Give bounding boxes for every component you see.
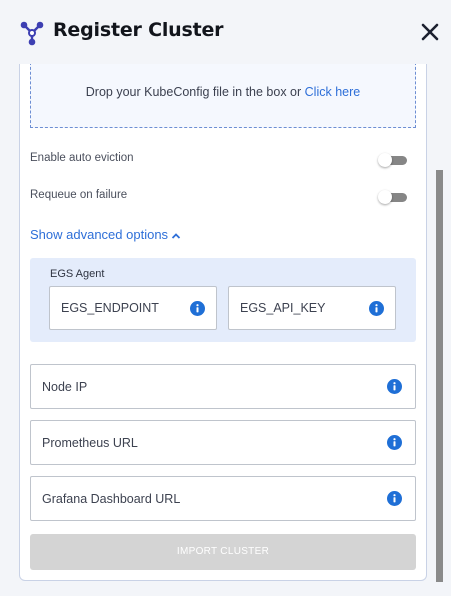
kubeconfig-dropzone[interactable]: Drop your KubeConfig file in the box or … bbox=[30, 64, 416, 128]
chevron-up-icon bbox=[171, 232, 181, 239]
grafana-dashboard-url-placeholder: Grafana Dashboard URL bbox=[42, 492, 181, 506]
auto-eviction-row: Enable auto eviction bbox=[30, 150, 408, 170]
requeue-on-failure-label: Requeue on failure bbox=[30, 189, 128, 201]
egs-api-key-input[interactable]: EGS_API_KEY bbox=[228, 286, 396, 330]
node-ip-input[interactable]: Node IP bbox=[30, 364, 416, 409]
toggle-knob bbox=[378, 153, 392, 167]
node-ip-placeholder: Node IP bbox=[42, 380, 88, 394]
egs-endpoint-input[interactable]: EGS_ENDPOINT bbox=[49, 286, 217, 330]
dropzone-instruction: Drop your KubeConfig file in the box or bbox=[85, 85, 302, 99]
advanced-options-label: Show advanced options bbox=[30, 227, 169, 242]
toggle-knob bbox=[378, 190, 392, 204]
info-icon[interactable] bbox=[369, 301, 384, 316]
dialog-header: Register Cluster bbox=[0, 0, 451, 64]
egs-endpoint-placeholder: EGS_ENDPOINT bbox=[61, 301, 159, 315]
close-icon[interactable] bbox=[420, 22, 440, 42]
auto-eviction-toggle[interactable] bbox=[378, 153, 408, 167]
egs-agent-section: EGS Agent EGS_ENDPOINT EGS_API_KEY bbox=[30, 258, 416, 342]
register-cluster-dialog: Register Cluster Drop your KubeConfig fi… bbox=[0, 0, 451, 596]
dropzone-text: Drop your KubeConfig file in the box or … bbox=[31, 85, 415, 99]
egs-agent-title: EGS Agent bbox=[50, 268, 105, 280]
dropzone-click-here-link[interactable]: Click here bbox=[305, 85, 361, 99]
requeue-on-failure-row: Requeue on failure bbox=[30, 187, 408, 207]
cluster-network-icon bbox=[20, 21, 44, 46]
info-icon[interactable] bbox=[387, 435, 402, 450]
scrollbar-thumb[interactable] bbox=[436, 170, 443, 582]
form-panel: Drop your KubeConfig file in the box or … bbox=[19, 64, 427, 581]
dialog-title: Register Cluster bbox=[53, 19, 224, 41]
auto-eviction-label: Enable auto eviction bbox=[30, 152, 134, 164]
grafana-dashboard-url-input[interactable]: Grafana Dashboard URL bbox=[30, 476, 416, 521]
info-icon[interactable] bbox=[387, 379, 402, 394]
import-cluster-button[interactable]: IMPORT CLUSTER bbox=[30, 534, 416, 570]
prometheus-url-placeholder: Prometheus URL bbox=[42, 436, 138, 450]
egs-api-key-placeholder: EGS_API_KEY bbox=[240, 301, 326, 315]
show-advanced-options-link[interactable]: Show advanced options bbox=[30, 227, 181, 242]
requeue-on-failure-toggle[interactable] bbox=[378, 190, 408, 204]
info-icon[interactable] bbox=[387, 491, 402, 506]
prometheus-url-input[interactable]: Prometheus URL bbox=[30, 420, 416, 465]
info-icon[interactable] bbox=[190, 301, 205, 316]
